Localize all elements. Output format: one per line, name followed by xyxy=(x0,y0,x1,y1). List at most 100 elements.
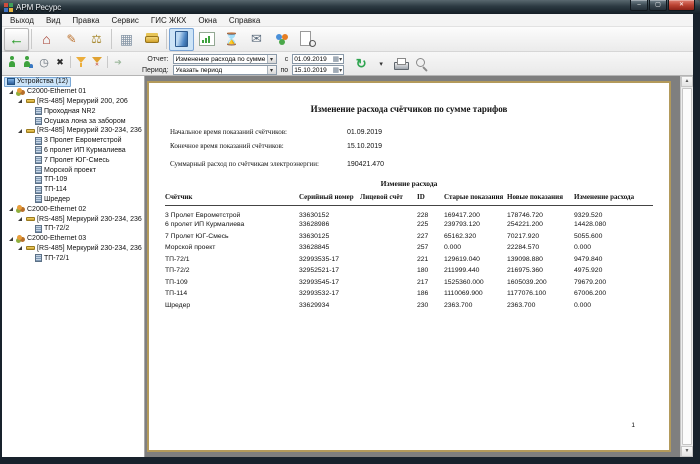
chevron-down-icon[interactable] xyxy=(267,55,276,63)
tree-expander-icon[interactable] xyxy=(18,129,22,133)
history-button[interactable] xyxy=(219,28,244,51)
tariffs-button[interactable] xyxy=(84,28,109,51)
charts-button[interactable] xyxy=(194,28,219,51)
tree-item-content: ТП-72/1 xyxy=(32,253,72,263)
menu-item[interactable]: ГИС ЖКХ xyxy=(145,16,192,25)
tree-item[interactable]: ТП-72/1 xyxy=(2,253,144,263)
report-select[interactable]: Изменение расхода по сумме тарифов xyxy=(173,54,277,64)
calendar-icon[interactable] xyxy=(333,55,340,63)
table-row: 3 Пролет Еврометстрой33630152228169417.2… xyxy=(165,206,653,220)
chevron-down-icon[interactable] xyxy=(267,66,276,74)
filter-button[interactable] xyxy=(73,55,89,70)
table-cell: 169417.200 xyxy=(444,206,507,220)
table-cell: ТП-109 xyxy=(165,277,299,289)
field-value: 15.10.2019 xyxy=(347,143,382,150)
menu-item[interactable]: Вид xyxy=(40,16,66,25)
tree-expander-icon[interactable] xyxy=(18,99,22,103)
tree-item[interactable]: C2000-Ethernet 02 xyxy=(2,204,144,214)
chevron-down-icon[interactable] xyxy=(339,56,342,63)
tree-item[interactable]: [RS-485] Меркурий 230-234, 236 xyxy=(2,244,144,254)
tree-expander-icon[interactable] xyxy=(18,246,22,250)
tree-item-content: 6 пролет ИП Курмалиева xyxy=(32,146,129,156)
tree-expander-icon[interactable] xyxy=(9,90,13,94)
add-device-button[interactable] xyxy=(4,55,20,70)
users-button[interactable] xyxy=(269,28,294,51)
export-button[interactable] xyxy=(110,55,126,70)
table-cell: 217 xyxy=(417,277,444,289)
report-scrollbar[interactable]: ▲ ▼ xyxy=(680,76,693,457)
tree-item[interactable]: 7 Пролет ЮГ-Смесь xyxy=(2,155,144,165)
filter-icon xyxy=(75,56,87,68)
back-button[interactable] xyxy=(4,28,29,51)
messages-button[interactable] xyxy=(244,28,269,51)
tree-item-label: 6 пролет ИП Курмалиева xyxy=(44,147,126,154)
tree-item[interactable]: ТП-72/2 xyxy=(2,224,144,234)
refresh-button[interactable] xyxy=(353,56,369,71)
tree-item[interactable]: ТП-114 xyxy=(2,185,144,195)
tree-item[interactable]: Морской проект xyxy=(2,165,144,175)
tree-item-label: ТП-114 xyxy=(44,186,67,193)
table-cell: 6 пролет ИП Курмалиева xyxy=(165,219,299,231)
menu-item[interactable]: Правка xyxy=(66,16,105,25)
close-button[interactable]: ✕ xyxy=(668,0,695,11)
report-field: Начальное время показаний счётчиков:01.0… xyxy=(170,125,669,139)
device-actions-group xyxy=(4,54,126,70)
tree-item-label: Шредер xyxy=(44,196,70,203)
home-button[interactable] xyxy=(34,28,59,51)
maximize-icon: ▢ xyxy=(655,2,661,8)
tree-item[interactable]: [RS-485] Меркурий 230-234, 236 xyxy=(2,126,144,136)
payments-button[interactable] xyxy=(139,28,164,51)
date-to-field[interactable]: 15.10.2019 xyxy=(292,65,344,75)
refresh-options-button[interactable] xyxy=(373,56,389,71)
tree-item[interactable]: Проходная NR2 xyxy=(2,106,144,116)
maximize-button[interactable]: ▢ xyxy=(649,0,667,11)
tree-expander-icon[interactable] xyxy=(9,237,13,241)
table-cell: 2363.700 xyxy=(444,300,507,312)
table-cell: 178746.720 xyxy=(507,206,574,220)
chevron-down-icon[interactable] xyxy=(339,67,342,74)
date-from-field[interactable]: 01.09.2019 xyxy=(292,54,344,64)
menu-item[interactable]: Справка xyxy=(223,16,266,25)
tree-item-label: Проходная NR2 xyxy=(44,108,95,115)
audit-button[interactable] xyxy=(294,28,319,51)
tree-item-content: Морской проект xyxy=(32,165,99,175)
tree-item-label: [RS-485] Меркурий 230-234, 236 xyxy=(37,245,142,252)
home-icon xyxy=(37,30,57,48)
tree-item[interactable]: 6 пролет ИП Курмалиева xyxy=(2,146,144,156)
tree-item[interactable]: C2000-Ethernet 01 xyxy=(2,87,144,97)
tree-expander-icon[interactable] xyxy=(18,217,22,221)
tree-expander-icon[interactable] xyxy=(9,207,13,211)
filter-clear-button[interactable] xyxy=(89,55,105,70)
close-icon: ✕ xyxy=(679,2,684,8)
tree-item[interactable]: Осушка лона за забором xyxy=(2,116,144,126)
add-meter-button[interactable] xyxy=(20,55,36,70)
menu-item[interactable]: Сервис xyxy=(105,16,144,25)
tree-item[interactable]: C2000-Ethernet 03 xyxy=(2,234,144,244)
table-row: 7 Пролет ЮГ-Смесь3363012522765162.320702… xyxy=(165,231,653,243)
zoom-button[interactable] xyxy=(413,56,429,71)
tree-item[interactable]: ТП-109 xyxy=(2,175,144,185)
scrollbar-thumb[interactable] xyxy=(682,88,692,445)
period-select[interactable]: Указать период xyxy=(173,65,277,75)
edit-notes-button[interactable] xyxy=(59,28,84,51)
tree-item[interactable]: [RS-485] Меркурий 230-234, 236 xyxy=(2,214,144,224)
menu-item[interactable]: Окна xyxy=(192,16,223,25)
tree-item[interactable]: Устройства (12) xyxy=(2,77,144,87)
tree-item[interactable]: Шредер xyxy=(2,195,144,205)
menu-item[interactable]: Выход xyxy=(4,16,40,25)
table-cell: 180 xyxy=(417,265,444,277)
calendar-icon[interactable] xyxy=(333,66,340,74)
poll-schedule-button[interactable] xyxy=(36,55,52,70)
report-label: Отчет: xyxy=(142,56,169,63)
reports-button[interactable] xyxy=(169,28,194,51)
minimize-button[interactable]: – xyxy=(630,0,648,11)
tree-item[interactable]: [RS-485] Меркурий 200, 206 xyxy=(2,97,144,107)
app-icon[interactable] xyxy=(4,3,13,12)
tree-item[interactable]: 3 Пролет Еврометстрой xyxy=(2,136,144,146)
scroll-down-icon[interactable]: ▼ xyxy=(681,446,693,457)
delete-button[interactable] xyxy=(52,55,68,70)
date-to-value: 15.10.2019 xyxy=(294,67,327,74)
print-button[interactable] xyxy=(393,56,409,71)
scroll-up-icon[interactable]: ▲ xyxy=(681,76,693,87)
tables-button[interactable] xyxy=(114,28,139,51)
